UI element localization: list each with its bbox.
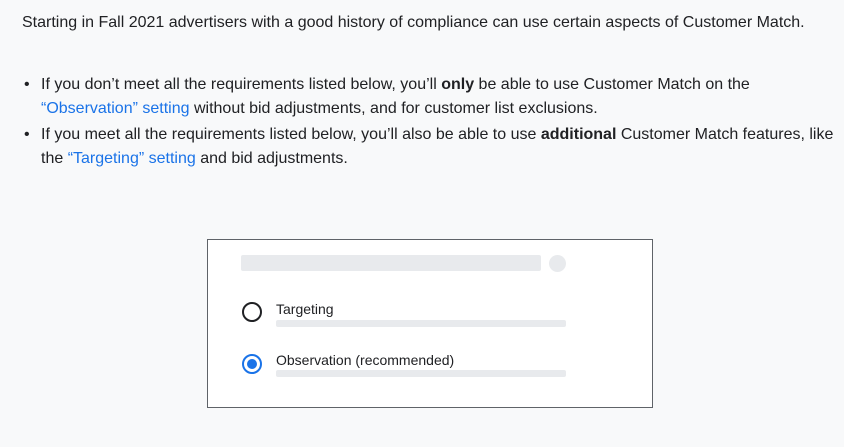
placeholder-title-bar — [241, 255, 541, 271]
bullet-text-bold: additional — [540, 126, 617, 143]
bullet-text-post: and bid adjustments. — [195, 150, 348, 167]
bullet-icon: • — [24, 76, 30, 93]
targeting-option-label: Targeting — [276, 301, 334, 317]
placeholder-circle-icon — [549, 255, 566, 272]
targeting-radio[interactable] — [242, 302, 262, 322]
setting-illustration: Targeting Observation (recommended) — [207, 239, 653, 408]
list-item: • If you meet all the requirements liste… — [22, 123, 844, 171]
bullet-text-bold: only — [441, 76, 475, 93]
targeting-setting-link[interactable]: “Targeting” setting — [68, 150, 196, 167]
intro-paragraph: Starting in Fall 2021 advertisers with a… — [22, 14, 805, 31]
bullet-icon: • — [24, 126, 30, 143]
bullet-text-mid: be able to use Customer Match on the — [474, 76, 750, 93]
requirements-list: • If you don’t meet all the requirements… — [22, 73, 844, 173]
radio-selected-dot — [247, 359, 257, 369]
bullet-text-pre: If you meet all the requirements listed … — [41, 126, 541, 143]
placeholder-text-line — [276, 370, 566, 377]
bullet-text-pre: If you don’t meet all the requirements l… — [41, 76, 442, 93]
bullet-text-post: without bid adjustments, and for custome… — [189, 100, 598, 117]
help-article: Starting in Fall 2021 advertisers with a… — [0, 0, 844, 447]
placeholder-text-line — [276, 320, 566, 327]
observation-option-label: Observation (recommended) — [276, 352, 455, 368]
observation-setting-link[interactable]: “Observation” setting — [41, 100, 190, 117]
observation-radio[interactable] — [242, 354, 262, 374]
list-item: • If you don’t meet all the requirements… — [22, 73, 844, 121]
